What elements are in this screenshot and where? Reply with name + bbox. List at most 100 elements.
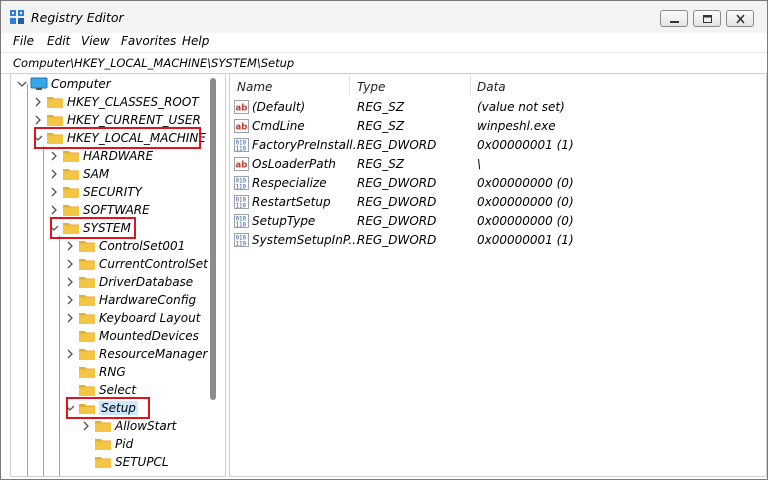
menu-favorites[interactable]: Favorites: [121, 34, 176, 48]
maximize-button[interactable]: [693, 10, 721, 27]
column-separator[interactable]: [470, 74, 471, 96]
key-tree-pane[interactable]: Computer HKEY_CLASSES_ROOT HKEY_CURRENT_US…: [10, 73, 226, 477]
value-type: REG_DWORD: [357, 195, 437, 209]
title-bar[interactable]: Registry Editor: [1, 1, 767, 33]
folder-icon: [79, 259, 95, 270]
value-row[interactable]: 010 110 FactoryPreInstall... REG_DWORD 0x000…: [230, 136, 766, 155]
value-data: 0x00000001 (1): [477, 138, 574, 152]
folder-icon: [79, 313, 95, 324]
column-header-data[interactable]: Data: [477, 80, 506, 94]
chevron-right-icon[interactable]: [65, 313, 75, 323]
chevron-right-icon[interactable]: [33, 97, 43, 107]
value-data: 0x00000000 (0): [477, 176, 574, 190]
menu-edit[interactable]: Edit: [47, 34, 70, 48]
menu-view[interactable]: View: [81, 34, 110, 48]
tree-item-sam[interactable]: SAM: [11, 165, 207, 183]
chevron-right-icon[interactable]: [65, 259, 75, 269]
chevron-right-icon[interactable]: [65, 295, 75, 305]
value-type: REG_SZ: [357, 100, 405, 114]
value-type: REG_DWORD: [357, 138, 437, 152]
values-list-pane[interactable]: Name Type Data ab (Default) REG_SZ (value n…: [229, 73, 767, 477]
chevron-down-icon[interactable]: [17, 79, 27, 89]
chevron-right-icon[interactable]: [33, 115, 43, 125]
chevron-right-icon[interactable]: [81, 421, 91, 431]
menu-bar: File Edit View Favorites Help: [1, 33, 767, 51]
value-data: 0x00000000 (0): [477, 214, 574, 228]
column-header-type[interactable]: Type: [357, 80, 385, 94]
binary-value-icon: 010110: [234, 138, 249, 152]
value-type: REG_SZ: [357, 157, 405, 171]
svg-text:110: 110: [236, 242, 247, 248]
menu-file[interactable]: File: [13, 34, 34, 48]
tree-item-label: CurrentControlSet: [99, 257, 208, 271]
chevron-right-icon[interactable]: [49, 205, 59, 215]
minimize-icon: [670, 21, 679, 23]
tree-item-label: SETUPCL: [115, 455, 169, 469]
string-value-icon: ab: [234, 100, 249, 114]
minimize-button[interactable]: [660, 10, 688, 27]
tree-item-label: ControlSet001: [99, 239, 186, 253]
tree-item-label: AllowStart: [115, 419, 177, 433]
tree-item-hardwareconfig[interactable]: HardwareConfig: [11, 291, 207, 309]
value-row[interactable]: ab OsLoaderPath REG_SZ \: [230, 155, 766, 174]
value-row[interactable]: ab CmdLine REG_SZ winpeshl.exe: [230, 117, 766, 136]
tree-item-controlset001[interactable]: ControlSet001: [11, 237, 207, 255]
value-name: SystemSetupInP...: [252, 233, 360, 247]
value-name: FactoryPreInstall...: [252, 138, 365, 152]
tree-item-rng[interactable]: RNG: [11, 363, 207, 381]
binary-value-icon: 010110: [234, 195, 249, 209]
svg-text:110: 110: [236, 185, 247, 191]
chevron-right-icon[interactable]: [49, 151, 59, 161]
folder-icon: [79, 295, 95, 306]
close-icon: [736, 14, 745, 24]
tree-item-label: HKEY_CLASSES_ROOT: [67, 95, 199, 109]
folder-icon: [95, 457, 111, 468]
value-row[interactable]: 010 110 Respecialize REG_DWORD 0x00000000 (0…: [230, 174, 766, 193]
tree-item-driverdatabase[interactable]: DriverDatabase: [11, 273, 207, 291]
folder-icon: [63, 151, 79, 162]
tree-item-label: HardwareConfig: [99, 293, 197, 307]
svg-text:ab: ab: [236, 123, 248, 133]
tree-item-computer[interactable]: Computer: [11, 75, 207, 93]
address-bar[interactable]: Computer\HKEY_LOCAL_MACHINE\SYSTEM\Setup: [1, 52, 767, 74]
value-row[interactable]: 010 110 RestartSetup REG_DWORD 0x00000000 (0…: [230, 193, 766, 212]
tree-item-label: ResourceManager: [99, 347, 208, 361]
folder-icon: [63, 205, 79, 216]
tree-item-hkey-classes-root[interactable]: HKEY_CLASSES_ROOT: [11, 93, 207, 111]
chevron-right-icon[interactable]: [49, 169, 59, 179]
tree-item-pid[interactable]: Pid: [11, 435, 207, 453]
svg-text:110: 110: [236, 147, 247, 153]
tree-item-label: Select: [99, 383, 137, 397]
svg-text:110: 110: [236, 223, 247, 229]
value-row[interactable]: 010 110 SystemSetupInP... REG_DWORD 0x000000…: [230, 231, 766, 250]
maximize-icon: [703, 15, 712, 23]
folder-icon: [95, 421, 111, 432]
value-name: (Default): [252, 100, 306, 114]
tree-item-label: RNG: [99, 365, 126, 379]
chevron-right-icon[interactable]: [65, 241, 75, 251]
chevron-right-icon[interactable]: [65, 349, 75, 359]
close-button[interactable]: [726, 10, 754, 27]
value-row[interactable]: 010 110 SetupType REG_DWORD 0x00000000 (0): [230, 212, 766, 231]
string-value-icon: ab: [234, 119, 249, 133]
tree-scrollbar[interactable]: [210, 78, 216, 400]
tree-item-keyboard-layout[interactable]: Keyboard Layout: [11, 309, 207, 327]
value-row[interactable]: ab (Default) REG_SZ (value not set): [230, 98, 766, 117]
value-name: RestartSetup: [252, 195, 331, 209]
column-header-name[interactable]: Name: [237, 80, 272, 94]
folder-icon: [79, 277, 95, 288]
tree-item-setupcl[interactable]: SETUPCL: [11, 453, 207, 471]
chevron-right-icon[interactable]: [49, 187, 59, 197]
tree-item-allowstart[interactable]: AllowStart: [11, 417, 207, 435]
tree-item-hardware[interactable]: HARDWARE: [11, 147, 207, 165]
menu-help[interactable]: Help: [182, 34, 209, 48]
svg-text:ab: ab: [236, 161, 248, 171]
column-separator[interactable]: [349, 74, 350, 96]
chevron-right-icon[interactable]: [65, 277, 75, 287]
tree-item-security[interactable]: SECURITY: [11, 183, 207, 201]
tree-item-label: HARDWARE: [83, 149, 154, 163]
tree-item-resourcemanager[interactable]: ResourceManager: [11, 345, 207, 363]
tree-item-mounteddevices[interactable]: MountedDevices: [11, 327, 207, 345]
tree-item-currentcontrolset[interactable]: CurrentControlSet: [11, 255, 208, 273]
binary-value-icon: 010110: [234, 176, 249, 190]
